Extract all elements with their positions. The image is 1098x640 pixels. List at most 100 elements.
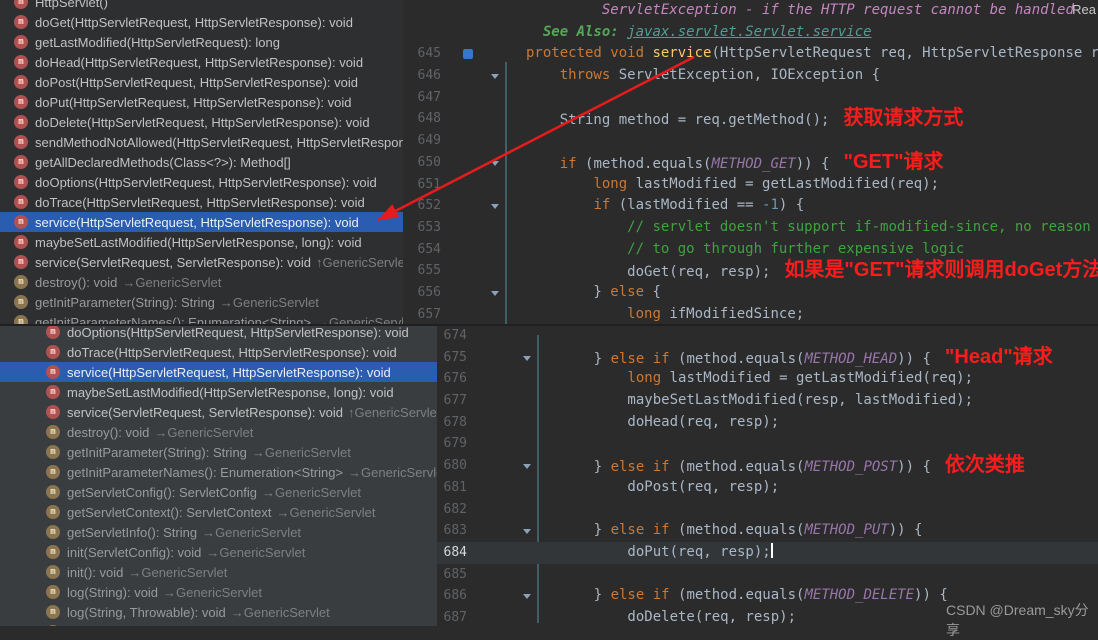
gutter[interactable]	[447, 239, 526, 261]
gutter[interactable]	[447, 174, 526, 196]
structure-item[interactable]: mgetAllDeclaredMethods(Class<?>): Method…	[0, 152, 403, 172]
line-number[interactable]: 676	[437, 368, 473, 390]
line-number[interactable]: 684	[437, 542, 473, 564]
gutter[interactable]	[447, 152, 526, 174]
line-number[interactable]: 647	[403, 87, 447, 109]
gutter[interactable]	[447, 0, 526, 22]
gutter[interactable]	[447, 22, 526, 44]
code-line[interactable]: 646 throws ServletException, IOException…	[403, 65, 1098, 87]
structure-item[interactable]: mdoOptions(HttpServletRequest, HttpServl…	[0, 172, 403, 192]
gutter[interactable]	[473, 368, 560, 390]
line-number[interactable]: 648	[403, 108, 447, 130]
gutter[interactable]	[447, 65, 526, 87]
fold-arrow-icon[interactable]	[491, 204, 499, 209]
structure-item[interactable]: mlog(String): void→GenericServlet	[0, 582, 437, 602]
line-number[interactable]: 649	[403, 130, 447, 152]
structure-item[interactable]: minit(): void→GenericServlet	[0, 562, 437, 582]
gutter[interactable]	[473, 325, 560, 347]
gutter[interactable]	[473, 477, 560, 499]
code-line[interactable]: 679	[437, 433, 1098, 455]
structure-item[interactable]: mdoTrace(HttpServletRequest, HttpServlet…	[0, 192, 403, 212]
line-number[interactable]: 657	[403, 304, 447, 325]
fold-arrow-icon[interactable]	[523, 529, 531, 534]
gutter[interactable]	[447, 130, 526, 152]
structure-item[interactable]: mservice(HttpServletRequest, HttpServlet…	[0, 212, 403, 232]
line-number[interactable]: 679	[437, 433, 473, 455]
structure-item[interactable]: mgetInitParameterNames(): Enumeration<St…	[0, 462, 437, 482]
line-number[interactable]: 683	[437, 520, 473, 542]
fold-arrow-icon[interactable]	[523, 594, 531, 599]
structure-item[interactable]: minit(ServletConfig): void→GenericServle…	[0, 542, 437, 562]
line-number[interactable]: 677	[437, 390, 473, 412]
code-line[interactable]: 681 doPost(req, resp);	[437, 477, 1098, 499]
code-line[interactable]: 653 // servlet doesn't support if-modifi…	[403, 217, 1098, 239]
line-number[interactable]: 646	[403, 65, 447, 87]
structure-item[interactable]: mgetInitParameter(String): String→Generi…	[0, 292, 403, 312]
line-number[interactable]: 686	[437, 585, 473, 607]
gutter[interactable]	[473, 455, 560, 477]
code-line[interactable]: 648 String method = req.getMethod();获取请求…	[403, 108, 1098, 130]
code-line[interactable]: 677 maybeSetLastModified(resp, lastModif…	[437, 390, 1098, 412]
code-line[interactable]: 651 long lastModified = getLastModified(…	[403, 174, 1098, 196]
code-line[interactable]: 675 } else if (method.equals(METHOD_HEAD…	[437, 347, 1098, 369]
fold-arrow-icon[interactable]	[523, 356, 531, 361]
gutter[interactable]	[447, 87, 526, 109]
code-line[interactable]: 680 } else if (method.equals(METHOD_POST…	[437, 455, 1098, 477]
structure-item[interactable]: msendMethodNotAllowed(HttpServletRequest…	[0, 132, 403, 152]
structure-item[interactable]: mdoPost(HttpServletRequest, HttpServletR…	[0, 72, 403, 92]
fold-arrow-icon[interactable]	[491, 291, 499, 296]
structure-item[interactable]: mgetServletConfig(): ServletConfig→Gener…	[0, 482, 437, 502]
line-number[interactable]: 687	[437, 607, 473, 626]
line-number[interactable]: 650	[403, 152, 447, 174]
line-number[interactable]: 652	[403, 195, 447, 217]
structure-item[interactable]: mdoHead(HttpServletRequest, HttpServletR…	[0, 52, 403, 72]
gutter[interactable]	[447, 260, 526, 282]
gutter[interactable]	[473, 520, 560, 542]
structure-item[interactable]: mgetServletContext(): ServletContext→Gen…	[0, 502, 437, 522]
code-line[interactable]: See Also: javax.servlet.Servlet.service	[403, 22, 1098, 44]
editor-pane-top[interactable]: ServletException - if the HTTP request c…	[403, 0, 1098, 325]
line-number[interactable]: 645	[403, 43, 447, 65]
editor-pane-bottom[interactable]: 674675 } else if (method.equals(METHOD_H…	[437, 325, 1098, 626]
gutter[interactable]	[473, 347, 560, 369]
gutter[interactable]	[447, 304, 526, 325]
code-line[interactable]: 649	[403, 130, 1098, 152]
line-number[interactable]: 653	[403, 217, 447, 239]
line-number[interactable]: 656	[403, 282, 447, 304]
structure-item[interactable]: mdestroy(): void→GenericServlet	[0, 422, 437, 442]
code-line[interactable]: 652 if (lastModified == -1) {	[403, 195, 1098, 217]
code-line[interactable]: ServletException - if the HTTP request c…	[403, 0, 1098, 22]
structure-item[interactable]: mservice(HttpServletRequest, HttpServlet…	[0, 362, 437, 382]
line-number[interactable]	[403, 0, 447, 22]
code-line[interactable]: 684 doPut(req, resp);	[437, 542, 1098, 564]
gutter[interactable]	[447, 282, 526, 304]
structure-item[interactable]: mservice(ServletRequest, ServletResponse…	[0, 252, 403, 272]
structure-item[interactable]: mgetServletInfo(): String→GenericServlet	[0, 522, 437, 542]
code-line[interactable]: 647	[403, 87, 1098, 109]
gutter[interactable]	[473, 412, 560, 434]
line-number[interactable]: 685	[437, 564, 473, 586]
code-line[interactable]: 650 if (method.equals(METHOD_GET)) {"GET…	[403, 152, 1098, 174]
line-number[interactable]: 655	[403, 260, 447, 282]
structure-item[interactable]: mdoPut(HttpServletRequest, HttpServletRe…	[0, 92, 403, 112]
structure-item[interactable]: mservice(ServletRequest, ServletResponse…	[0, 402, 437, 422]
gutter[interactable]	[473, 564, 560, 586]
code-line[interactable]: 683 } else if (method.equals(METHOD_PUT)…	[437, 520, 1098, 542]
structure-item[interactable]: mgetServletName(): String→GenericServlet	[0, 622, 437, 626]
code-line[interactable]: 678 doHead(req, resp);	[437, 412, 1098, 434]
code-line[interactable]: 682	[437, 499, 1098, 521]
fold-arrow-icon[interactable]	[491, 161, 499, 166]
structure-item[interactable]: mdoDelete(HttpServletRequest, HttpServle…	[0, 112, 403, 132]
gutter[interactable]	[473, 607, 560, 626]
line-number[interactable]: 675	[437, 347, 473, 369]
line-number[interactable]: 681	[437, 477, 473, 499]
gutter[interactable]	[447, 217, 526, 239]
structure-item[interactable]: mgetLastModified(HttpServletRequest): lo…	[0, 32, 403, 52]
fold-arrow-icon[interactable]	[491, 74, 499, 79]
code-line[interactable]: 656 } else {	[403, 282, 1098, 304]
line-number[interactable]: 680	[437, 455, 473, 477]
fold-arrow-icon[interactable]	[523, 464, 531, 469]
code-line[interactable]: 674	[437, 325, 1098, 347]
structure-item[interactable]: mlog(String, Throwable): void→GenericSer…	[0, 602, 437, 622]
structure-item[interactable]: mmaybeSetLastModified(HttpServletRespons…	[0, 232, 403, 252]
